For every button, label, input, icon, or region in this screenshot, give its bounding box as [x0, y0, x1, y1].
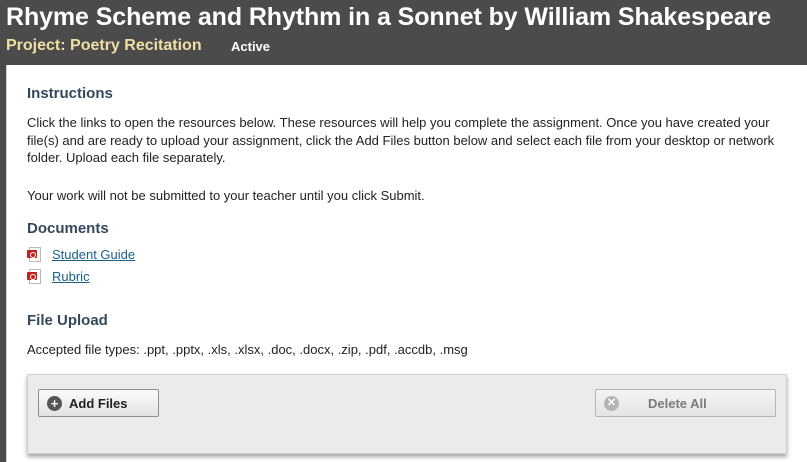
page-header: Rhyme Scheme and Rhythm in a Sonnet by W… — [0, 0, 807, 65]
file-upload-heading: File Upload — [27, 312, 108, 329]
status-badge: Active — [231, 39, 271, 54]
document-item-student-guide[interactable]: Student Guide — [27, 245, 135, 263]
submit-note: Your work will not be submitted to your … — [27, 188, 425, 203]
instructions-text: Click the links to open the resources be… — [27, 115, 775, 165]
add-files-label: Add Files — [69, 395, 128, 411]
student-guide-link[interactable]: Student Guide — [52, 247, 135, 262]
pdf-icon — [27, 268, 42, 284]
instructions-heading: Instructions — [27, 85, 113, 102]
documents-heading: Documents — [27, 220, 109, 237]
document-item-rubric[interactable]: Rubric — [27, 267, 90, 285]
pdf-icon — [27, 246, 42, 262]
close-icon: ✕ — [604, 395, 619, 411]
upload-toolbar: + Add Files ✕ Delete All — [27, 374, 787, 454]
delete-all-button[interactable]: ✕ Delete All — [595, 389, 776, 417]
project-name: Project: Poetry Recitation — [6, 37, 202, 54]
page-title: Rhyme Scheme and Rhythm in a Sonnet by W… — [6, 3, 772, 31]
add-files-button[interactable]: + Add Files — [38, 389, 159, 417]
plus-icon: + — [47, 395, 62, 411]
accepted-file-types: Accepted file types: .ppt, .pptx, .xls, … — [27, 342, 468, 357]
rubric-link[interactable]: Rubric — [52, 269, 90, 284]
delete-all-label: Delete All — [648, 395, 707, 411]
content-panel: Instructions Click the links to open the… — [6, 65, 807, 462]
